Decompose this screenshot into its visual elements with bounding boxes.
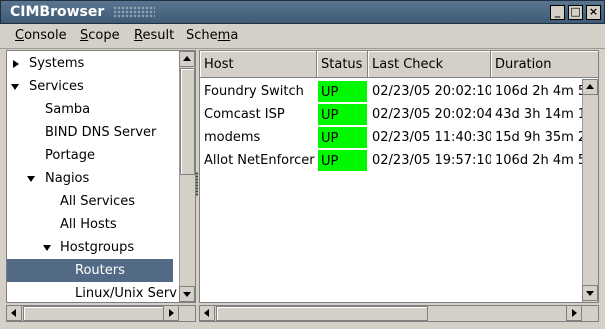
cell-host: Allot NetEnforcer (204, 153, 315, 168)
tree-item-label: Hostgroups (60, 240, 135, 255)
status-badge: UP (317, 103, 368, 126)
tree-item-hostgroups[interactable]: Hostgroups (7, 236, 173, 259)
column-header-duration[interactable]: Duration (491, 51, 598, 78)
column-header-status[interactable]: Status (317, 51, 368, 78)
cell-host: modems (204, 130, 261, 145)
menu-schema[interactable]: Schema (186, 28, 238, 43)
arrow-up-icon (183, 56, 191, 61)
cell-last-check: 02/23/05 19:57:10 (372, 153, 491, 168)
arrow-up-icon (586, 84, 594, 89)
arrow-right-icon (169, 309, 174, 317)
tree-item-systems[interactable]: Systems (7, 52, 173, 75)
arrow-right-icon (572, 309, 577, 317)
cell-duration: 106d 2h 4m 50s (495, 153, 582, 168)
status-bar (0, 322, 605, 329)
tree-item-bind-dns-server[interactable]: BIND DNS Server (7, 121, 173, 144)
arrow-left-icon (11, 309, 16, 317)
tree-item-services[interactable]: Services (7, 75, 173, 98)
tree-item-label: BIND DNS Server (45, 125, 157, 140)
scroll-thumb[interactable] (23, 306, 165, 321)
tree-item-label: Routers (75, 263, 125, 278)
close-button[interactable]: × (586, 5, 601, 20)
menu-result[interactable]: Result (134, 28, 174, 43)
cell-duration: 15d 9h 35m 20s (495, 130, 582, 145)
cell-last-check: 02/23/05 20:02:10 (372, 84, 491, 99)
scroll-thumb[interactable] (216, 306, 428, 321)
tree-item-samba[interactable]: Samba (7, 98, 173, 121)
scroll-left-button[interactable] (199, 305, 215, 321)
scroll-up-button[interactable] (179, 51, 195, 67)
arrow-down-icon (586, 291, 594, 296)
cell-last-check: 02/23/05 11:40:30 (372, 130, 491, 145)
scroll-up-button[interactable] (582, 79, 598, 95)
scope-tree: Systems Services Samba BIND DNS Server P… (6, 50, 196, 303)
cell-duration: 43d 3h 14m 17s (495, 107, 582, 122)
scroll-down-button[interactable] (582, 285, 598, 301)
window-title: CIMBrowser (10, 4, 105, 20)
tree-item-label: Nagios (45, 171, 90, 186)
cell-host: Comcast ISP (204, 107, 285, 122)
tree-item-label: Services (29, 79, 84, 94)
tree-item-label: All Hosts (60, 217, 117, 232)
column-header-last-check[interactable]: Last Check (368, 51, 491, 78)
expander-expanded-icon[interactable] (43, 245, 51, 251)
tree-item-routers[interactable]: Routers (7, 259, 173, 282)
title-bar[interactable]: CIMBrowser _ □ × (0, 0, 605, 24)
menu-bar: Console Scope Result Schema (0, 24, 605, 49)
cell-duration: 106d 2h 4m 52s (495, 84, 582, 99)
results-table: Host Status Last Check Duration Foundry … (199, 50, 599, 303)
expander-collapsed-icon[interactable] (13, 60, 19, 68)
cell-host: Foundry Switch (204, 84, 304, 99)
maximize-button[interactable]: □ (568, 5, 583, 20)
tree-item-label: Systems (29, 56, 85, 71)
menu-scope[interactable]: Scope (80, 28, 120, 43)
tree-item-label: Linux/Unix Serv (75, 286, 177, 301)
status-badge: UP (317, 126, 368, 149)
arrow-left-icon (204, 309, 209, 317)
tree-item-portage[interactable]: Portage (7, 144, 173, 167)
table-vertical-scrollbar[interactable] (582, 79, 598, 302)
tree-vertical-scrollbar[interactable] (179, 51, 195, 302)
pane-splitter[interactable] (196, 172, 198, 196)
tree-item-all-hosts[interactable]: All Hosts (7, 213, 173, 236)
status-badge: UP (317, 80, 368, 103)
tree-item-label: All Services (60, 194, 136, 209)
status-badge: UP (317, 149, 368, 172)
scroll-left-button[interactable] (6, 305, 22, 321)
column-header-host[interactable]: Host (200, 51, 317, 78)
scroll-down-button[interactable] (179, 286, 195, 302)
scroll-right-button[interactable] (163, 305, 179, 321)
tree-item-label: Portage (45, 148, 95, 163)
scroll-thumb[interactable] (180, 68, 195, 175)
arrow-down-icon (183, 292, 191, 297)
tree-item-all-services[interactable]: All Services (7, 190, 173, 213)
tree-item-label: Samba (45, 102, 91, 117)
table-horizontal-scrollbar[interactable] (199, 305, 599, 322)
menu-console[interactable]: Console (15, 28, 67, 43)
title-grip (113, 6, 155, 18)
cell-last-check: 02/23/05 20:02:04 (372, 107, 491, 122)
tree-item-linux-unix-servers[interactable]: Linux/Unix Serv (7, 282, 177, 302)
expander-expanded-icon[interactable] (11, 84, 19, 90)
tree-item-nagios[interactable]: Nagios (7, 167, 173, 190)
minimize-button[interactable]: _ (550, 5, 565, 20)
tree-horizontal-scrollbar[interactable] (6, 305, 196, 322)
scroll-right-button[interactable] (566, 305, 582, 321)
expander-expanded-icon[interactable] (27, 176, 35, 182)
